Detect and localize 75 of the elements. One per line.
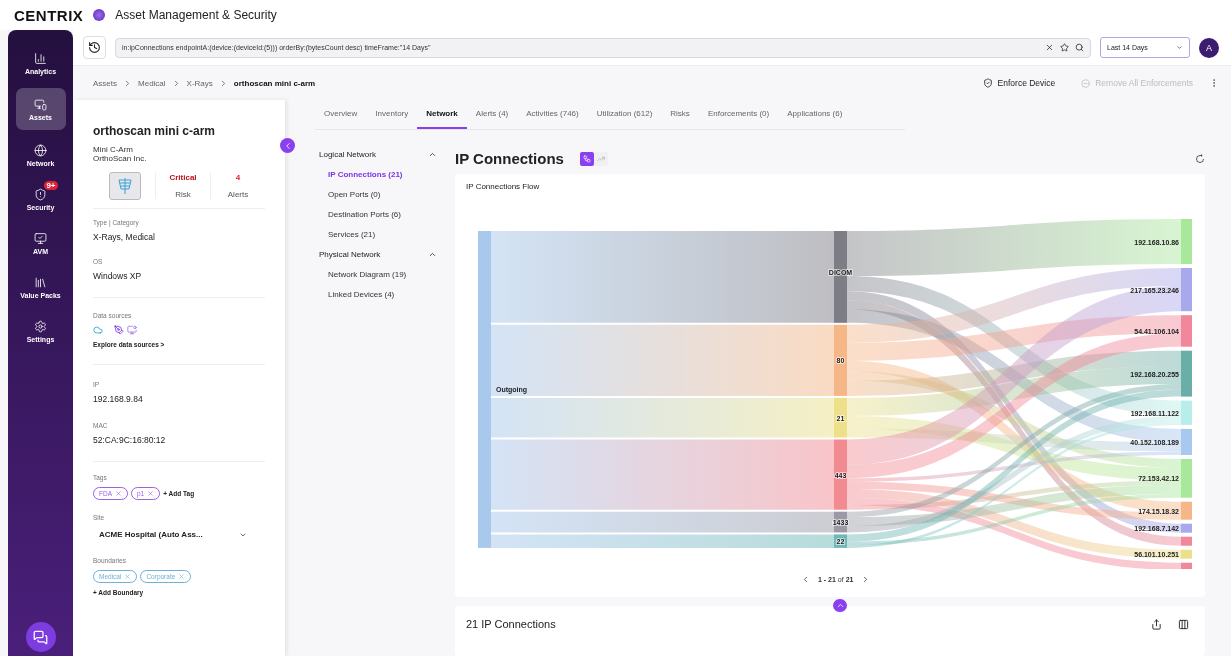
device-thumbnail (109, 171, 141, 200)
tab[interactable]: Network (417, 100, 467, 129)
tab[interactable]: Inventory (366, 100, 418, 129)
user-avatar[interactable]: A (1199, 37, 1219, 58)
brand-logo: CENTRIX (14, 6, 84, 24)
subnav-item[interactable]: Network Diagram (19) (315, 264, 455, 284)
monitor-icon (34, 231, 47, 245)
trend-icon (596, 154, 605, 163)
action-button[interactable]: Enforce Device (972, 78, 1066, 88)
collapse-button[interactable] (280, 138, 295, 153)
monitor-icon (34, 97, 47, 111)
tab[interactable]: Activities (746) (517, 100, 588, 129)
field-value: Windows XP (93, 270, 143, 281)
trend-view-button[interactable] (593, 151, 608, 166)
site-select[interactable]: ACME Hospital (Auto Ass... (93, 526, 253, 543)
tab[interactable]: Overview (315, 100, 367, 129)
columns-icon[interactable] (1178, 618, 1189, 630)
shield-icon (34, 187, 47, 201)
alerts-count: 4 (235, 172, 241, 182)
refresh-icon[interactable] (1195, 153, 1205, 164)
subnav-item[interactable]: Linked Devices (4) (315, 284, 455, 304)
breadcrumb-link[interactable]: Assets (93, 78, 117, 88)
field-value: 192.168.9.84 (93, 393, 144, 404)
history-button[interactable] (83, 36, 106, 59)
settings-icon (34, 319, 47, 333)
nav-group[interactable]: Physical Network (315, 244, 441, 264)
field-value: 52:CA:9C:16:80:12 (93, 434, 167, 445)
flow-icon (582, 154, 591, 163)
tab[interactable]: Utilization (612) (587, 100, 662, 129)
breadcrumb-link[interactable]: Medical (138, 78, 166, 88)
minus-icon (1081, 78, 1091, 88)
tab[interactable]: Alerts (4) (466, 100, 518, 129)
clear-icon[interactable] (1045, 43, 1054, 52)
risk-value: Critical (169, 172, 197, 182)
field-value: X-Rays, Medical (93, 231, 156, 242)
chevron-up-icon (835, 601, 845, 610)
tab[interactable]: Applications (6) (778, 100, 852, 129)
tab[interactable]: Risks (661, 100, 699, 129)
alert-badge: 9+ (44, 181, 58, 190)
expand-button[interactable] (833, 598, 847, 613)
risk-label: Risk (175, 189, 191, 199)
nav-group[interactable]: Logical Network (315, 144, 441, 164)
subnav-item[interactable]: Services (21) (315, 224, 455, 244)
subnav-item[interactable]: Open Ports (0) (315, 184, 455, 204)
device-name: orthoscan mini c-arm (93, 124, 217, 138)
chart-title: IP Connections Flow (466, 181, 541, 191)
export-icon[interactable] (1151, 618, 1162, 630)
breadcrumb-link[interactable]: X-Rays (186, 78, 213, 88)
app-icon (93, 9, 106, 21)
search-icon[interactable] (1075, 43, 1084, 52)
shield-icon (982, 78, 993, 88)
chat-icon (33, 629, 48, 645)
globe-icon (34, 143, 47, 157)
chevron-icon (123, 78, 132, 88)
cloud-icon (93, 324, 103, 335)
subnav-item[interactable]: IP Connections (21) (315, 164, 455, 184)
tab[interactable]: Enforcements (0) (698, 100, 779, 129)
flow-view-button[interactable] (579, 151, 594, 166)
history-icon (88, 41, 101, 54)
pen-icon (114, 324, 124, 335)
monitor-icon (127, 324, 137, 335)
breadcrumb-link[interactable]: orthoscan mini c-arm (233, 78, 316, 88)
chart-icon (34, 51, 47, 65)
books-icon (34, 275, 47, 289)
help-button[interactable] (25, 622, 56, 652)
subnav-item[interactable]: Destination Ports (6) (315, 204, 455, 224)
device-model: Mini C-Arm (93, 146, 134, 155)
device-vendor: OrthoScan Inc. (93, 154, 148, 164)
previous-icon[interactable] (801, 575, 810, 585)
table-title: 21 IP Connections (466, 618, 556, 631)
alerts-label: Alerts (227, 189, 249, 199)
caret-icon (1176, 44, 1183, 51)
app-title: Asset Management & Security (115, 8, 277, 22)
star-icon[interactable] (1060, 43, 1069, 52)
section-title: IP Connections (455, 150, 564, 168)
